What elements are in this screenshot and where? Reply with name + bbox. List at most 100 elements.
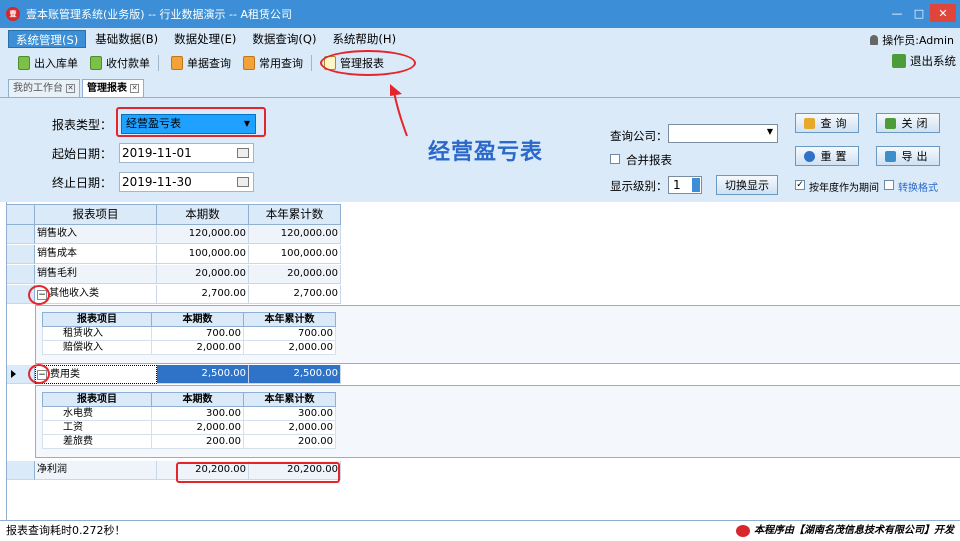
detail-row[interactable]: 水电费 300.00 300.00: [42, 407, 336, 421]
year-period-checkbox[interactable]: ✓: [795, 180, 805, 190]
expense-detail: 报表项目 本期数 本年累计数 水电费 300.00 300.00 工资 2,00…: [35, 385, 960, 458]
close-tab-icon[interactable]: ✕: [66, 84, 75, 93]
menu-help[interactable]: 系统帮助(H): [325, 30, 403, 48]
report-type-label: 报表类型：: [52, 118, 113, 132]
company-select[interactable]: ▼: [668, 124, 778, 143]
row-ytd: 120,000.00: [249, 225, 341, 244]
start-date-label: 起始日期：: [52, 147, 113, 161]
year-period-label: 按年度作为期间: [809, 183, 879, 194]
close-tab-icon[interactable]: ✕: [130, 84, 139, 93]
row-current: 120,000.00: [157, 225, 249, 244]
detail-row[interactable]: 差旅费 200.00 200.00: [42, 435, 336, 449]
app-logo-icon: 壹: [6, 7, 20, 21]
maximize-icon[interactable]: □: [908, 4, 930, 22]
exit-system-button[interactable]: 退出系统: [892, 53, 956, 69]
menu-data-processing[interactable]: 数据处理(E): [167, 30, 243, 48]
management-report-label: 管理报表: [340, 57, 384, 70]
stock-order-icon: [18, 56, 30, 70]
detail-row[interactable]: 租赁收入 700.00 700.00: [42, 327, 336, 341]
collapse-icon[interactable]: −: [37, 370, 47, 380]
column-header-item[interactable]: 报表项目: [35, 204, 157, 225]
column-header-current[interactable]: 本期数: [157, 204, 249, 225]
level-stepper[interactable]: 1: [668, 176, 702, 194]
company-label: 查询公司：: [610, 129, 668, 143]
exit-door-icon: [884, 117, 896, 129]
exit-icon: [892, 54, 906, 68]
management-report-button[interactable]: 管理报表: [320, 53, 388, 73]
row-name: 销售成本: [35, 245, 157, 264]
close-button[interactable]: 关闭: [876, 113, 940, 133]
document-query-button[interactable]: 单据查询: [167, 53, 235, 73]
menu-system[interactable]: 系统管理(S): [8, 30, 87, 48]
start-date-value: 2019-11-01: [122, 146, 192, 160]
row-ytd: 20,200.00: [249, 461, 341, 480]
menu-bar: 系统管理(S) 基础数据(B) 数据处理(E) 数据查询(Q) 系统帮助(H) …: [0, 28, 960, 50]
document-query-icon: [171, 56, 183, 70]
switch-display-label: 切换显示: [725, 179, 769, 192]
report-grid: 报表项目 本期数 本年累计数 销售收入 120,000.00 120,000.0…: [6, 202, 960, 520]
end-date-value: 2019-11-30: [122, 175, 192, 189]
spin-arrows-icon[interactable]: [692, 178, 700, 192]
row-current: 20,200.00: [157, 461, 249, 480]
table-row-net-profit[interactable]: 净利润 20,200.00 20,200.00: [7, 461, 341, 480]
stock-order-button[interactable]: 出入库单: [14, 53, 82, 73]
convert-format-checkbox[interactable]: [884, 180, 894, 190]
company-logo-icon: [736, 525, 750, 537]
row-name: 其他收入类: [35, 285, 157, 304]
table-row[interactable]: 销售收入 120,000.00 120,000.00: [7, 225, 341, 244]
detail-row[interactable]: 工资 2,000.00 2,000.00: [42, 421, 336, 435]
person-icon: [870, 35, 879, 45]
title-bar: 壹 壹本账管理系统(业务版) -- 行业数据演示 -- A租赁公司 — □ ✕: [0, 0, 960, 28]
detail-current: 2,000.00: [152, 341, 244, 355]
close-icon[interactable]: ✕: [930, 4, 956, 22]
developer-text: 本程序由【湖南名茂信息技术有限公司】开发: [754, 525, 954, 536]
query-label: 查询: [820, 117, 851, 130]
collapse-icon[interactable]: −: [37, 290, 47, 300]
tab-workbench[interactable]: 我的工作台 ✕: [8, 79, 80, 97]
detail-row[interactable]: 赔偿收入 2,000.00 2,000.00: [42, 341, 336, 355]
exit-label: 退出系统: [910, 54, 956, 68]
detail-current: 700.00: [152, 327, 244, 341]
report-type-select[interactable]: 经营盈亏表 ▼: [121, 114, 256, 134]
reset-button[interactable]: 重置: [795, 146, 859, 166]
chevron-down-icon: ▼: [243, 119, 250, 128]
tab-management-report[interactable]: 管理报表 ✕: [82, 79, 144, 97]
menu-basic-data[interactable]: 基础数据(B): [88, 30, 165, 48]
start-date-input[interactable]: 2019-11-01: [119, 143, 254, 163]
column-header-ytd[interactable]: 本年累计数: [249, 204, 341, 225]
query-form: 报表类型： 经营盈亏表 ▼ 起始日期： 2019-11-01 终止日期： 201…: [0, 98, 960, 202]
merge-report-checkbox[interactable]: [610, 154, 620, 164]
table-row-group-selected[interactable]: 费用类 2,500.00 2,500.00: [7, 365, 341, 384]
row-indicator: [7, 365, 35, 384]
minimize-icon[interactable]: —: [886, 4, 908, 22]
table-row[interactable]: 销售毛利 20,000.00 20,000.00: [7, 265, 341, 284]
row-name: 销售毛利: [35, 265, 157, 284]
end-date-input[interactable]: 2019-11-30: [119, 172, 254, 192]
calendar-icon[interactable]: [237, 177, 249, 187]
switch-display-button[interactable]: 切换显示: [716, 175, 778, 195]
common-query-button[interactable]: 常用查询: [239, 53, 307, 73]
row-ytd: 20,000.00: [249, 265, 341, 284]
common-query-label: 常用查询: [259, 57, 303, 70]
developer-info: 本程序由【湖南名茂信息技术有限公司】开发: [736, 521, 954, 541]
detail-current: 2,000.00: [152, 421, 244, 435]
other-income-detail: 报表项目 本期数 本年累计数 租赁收入 700.00 700.00 赔偿收入 2…: [35, 305, 960, 364]
row-ytd: 2,500.00: [249, 365, 341, 384]
export-icon: [884, 150, 896, 162]
table-row-group[interactable]: 其他收入类 2,700.00 2,700.00: [7, 285, 341, 304]
tab-bar: 我的工作台 ✕ 管理报表 ✕: [0, 76, 960, 98]
row-current: 20,000.00: [157, 265, 249, 284]
stock-order-label: 出入库单: [34, 57, 78, 70]
query-button[interactable]: 查询: [795, 113, 859, 133]
export-button[interactable]: 导出: [876, 146, 940, 166]
calendar-icon[interactable]: [237, 148, 249, 158]
payment-order-button[interactable]: 收付款单: [86, 53, 154, 73]
row-indicator: [7, 461, 35, 480]
chevron-down-icon: ▼: [766, 127, 773, 136]
table-row[interactable]: 销售成本 100,000.00 100,000.00: [7, 245, 341, 264]
menu-data-query[interactable]: 数据查询(Q): [245, 30, 323, 48]
detail-ytd: 700.00: [244, 327, 336, 341]
row-current: 100,000.00: [157, 245, 249, 264]
chart-icon: [243, 56, 255, 70]
merge-report-label: 合并报表: [626, 153, 672, 167]
